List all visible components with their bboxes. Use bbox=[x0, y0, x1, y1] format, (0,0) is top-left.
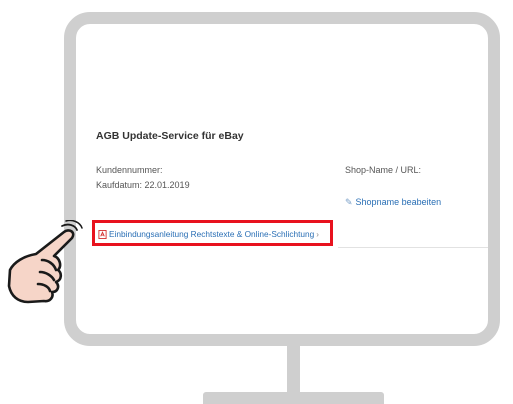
edit-shop-name-text: Shopname beabeiten bbox=[355, 197, 442, 207]
monitor-stand-neck bbox=[287, 346, 300, 394]
monitor-stand-base bbox=[203, 392, 384, 404]
chevron-right-icon: › bbox=[316, 229, 319, 239]
pencil-icon: ✎ bbox=[345, 197, 353, 207]
pdf-icon bbox=[98, 229, 107, 239]
purchase-date: Kaufdatum: 22.01.2019 bbox=[96, 180, 190, 190]
pointing-hand-icon bbox=[7, 220, 83, 304]
screen: AGB Update-Service für eBay Kundennummer… bbox=[76, 24, 488, 334]
product-title: AGB Update-Service für eBay bbox=[96, 130, 244, 142]
divider bbox=[338, 247, 488, 248]
customer-number-label: Kundennummer: bbox=[96, 165, 163, 175]
monitor-frame: AGB Update-Service für eBay Kundennummer… bbox=[64, 12, 500, 346]
shop-name-label: Shop-Name / URL: bbox=[345, 165, 422, 175]
integration-guide-link[interactable]: Einbindungsanleitung Rechtstexte & Onlin… bbox=[98, 229, 319, 239]
integration-guide-text: Einbindungsanleitung Rechtstexte & Onlin… bbox=[109, 229, 315, 239]
edit-shop-name-link[interactable]: ✎ Shopname beabeiten bbox=[345, 197, 441, 208]
